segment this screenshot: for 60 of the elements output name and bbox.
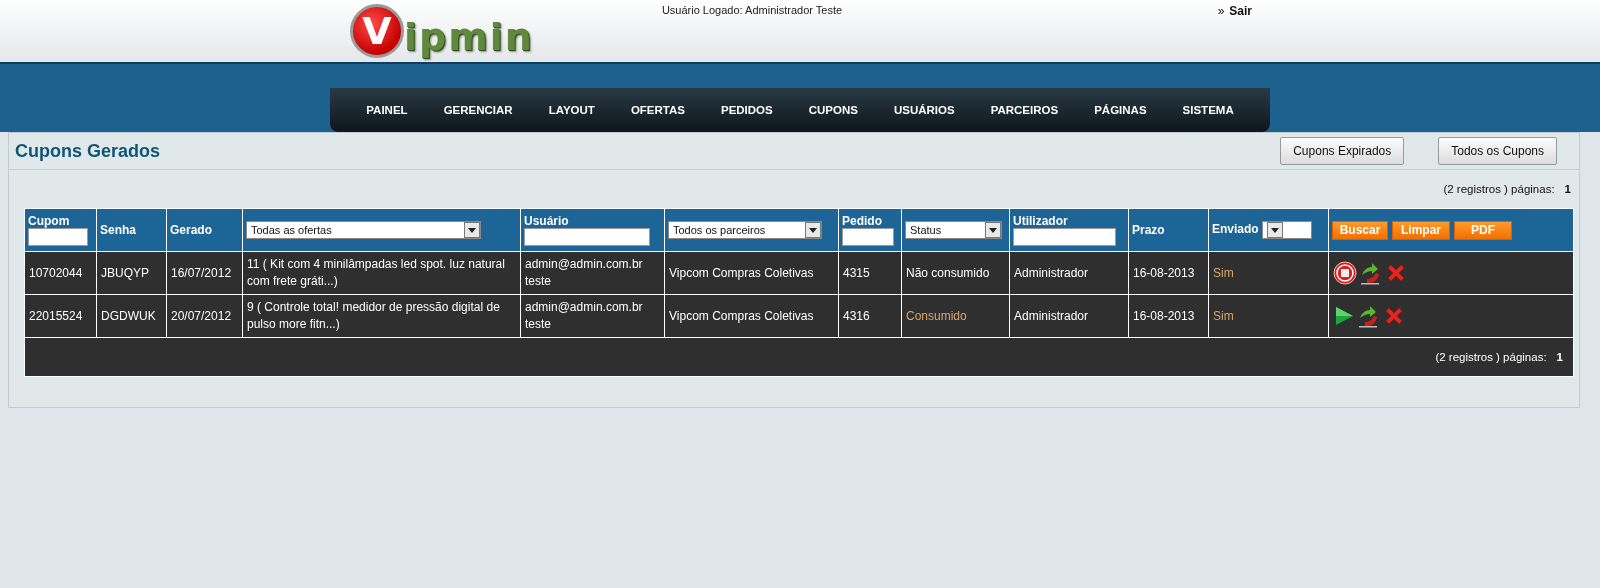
- table-cell: Vipcom Compras Coletivas: [664, 251, 839, 295]
- table-cell: 4315: [838, 251, 902, 295]
- page-number[interactable]: 1: [1556, 351, 1563, 363]
- table-cell: Sim: [1208, 294, 1329, 338]
- filter-input[interactable]: [28, 228, 88, 246]
- table-cell: Vipcom Compras Coletivas: [664, 294, 839, 338]
- filter-input[interactable]: [1013, 228, 1117, 246]
- table-cell: 10702044: [24, 251, 97, 295]
- table-cell: 22015524: [24, 294, 97, 338]
- table-cell: DGDWUK: [96, 294, 167, 338]
- menu-item[interactable]: SISTEMA: [1164, 104, 1252, 116]
- column-header: Prazo: [1128, 208, 1209, 252]
- status-cell: Consumido: [901, 294, 1010, 338]
- menu-item[interactable]: LAYOUT: [530, 104, 613, 116]
- table-cell: 4316: [838, 294, 902, 338]
- menu-item[interactable]: PAINEL: [348, 104, 426, 116]
- page-number[interactable]: 1: [1564, 183, 1571, 195]
- table-cell: 20/07/2012: [166, 294, 243, 338]
- table-cell: admin@admin.com.br teste: [520, 294, 665, 338]
- column-header: Utilizador: [1009, 208, 1129, 252]
- menu-item[interactable]: PEDIDOS: [702, 104, 791, 116]
- table-cell: Sim: [1208, 251, 1329, 295]
- filter-input[interactable]: [842, 228, 894, 246]
- table-cell: Administrador: [1009, 251, 1129, 295]
- logout-link[interactable]: » Sair: [1217, 4, 1252, 18]
- stop-icon[interactable]: [1333, 261, 1357, 285]
- table-cell: Administrador: [1009, 294, 1129, 338]
- column-header: Enviado: [1212, 222, 1259, 237]
- page-title: Cupons Gerados: [15, 140, 162, 162]
- filter-dropdown[interactable]: Status: [905, 221, 1002, 239]
- column-header: Cupom: [24, 208, 97, 252]
- status-cell: Não consumido: [901, 251, 1010, 295]
- column-header: Senha: [96, 208, 167, 252]
- menu-item[interactable]: PARCEIROS: [972, 104, 1077, 116]
- logged-user-text: Usuário Logado: Administrador Teste: [661, 4, 843, 16]
- filter-dropdown[interactable]: Todos os parceiros: [668, 221, 822, 239]
- menu-item[interactable]: CUPONS: [790, 104, 876, 116]
- menu-item[interactable]: PÁGINAS: [1076, 104, 1165, 116]
- play-icon[interactable]: [1333, 305, 1355, 327]
- filter-dropdown[interactable]: Todas as ofertas: [246, 221, 481, 239]
- table-cell: 16/07/2012: [166, 251, 243, 295]
- records-count: (2 registros ) páginas:: [1443, 183, 1555, 195]
- menu-item[interactable]: USUÁRIOS: [875, 104, 973, 116]
- filter-button[interactable]: Cupons Expirados: [1280, 137, 1405, 165]
- menu-item[interactable]: GERENCIAR: [425, 104, 531, 116]
- table-cell: 16-08-2013: [1128, 251, 1209, 295]
- filter-button[interactable]: Todos os Cupons: [1438, 137, 1557, 165]
- table-cell: JBUQYP: [96, 251, 167, 295]
- vipmin-logo: V ipmin: [350, 0, 534, 60]
- column-header: Pedido: [838, 208, 902, 252]
- column-header: Usuário: [520, 208, 665, 252]
- table-cell: 11 ( Kit com 4 minilâmpadas led spot. luz natural com frete gráti...): [242, 251, 521, 295]
- table-cell: admin@admin.com.br teste: [520, 251, 665, 295]
- column-header: Gerado: [166, 208, 243, 252]
- table-cell: 9 ( Controle total! medidor de pressão digital de pulso more fitn...): [242, 294, 521, 338]
- menu-item[interactable]: OFERTAS: [612, 104, 703, 116]
- filter-input[interactable]: [524, 228, 651, 246]
- records-count: (2 registros ) páginas:: [1435, 351, 1547, 363]
- table-cell: 16-08-2013: [1128, 294, 1209, 338]
- filter-dropdown[interactable]: [1261, 221, 1312, 239]
